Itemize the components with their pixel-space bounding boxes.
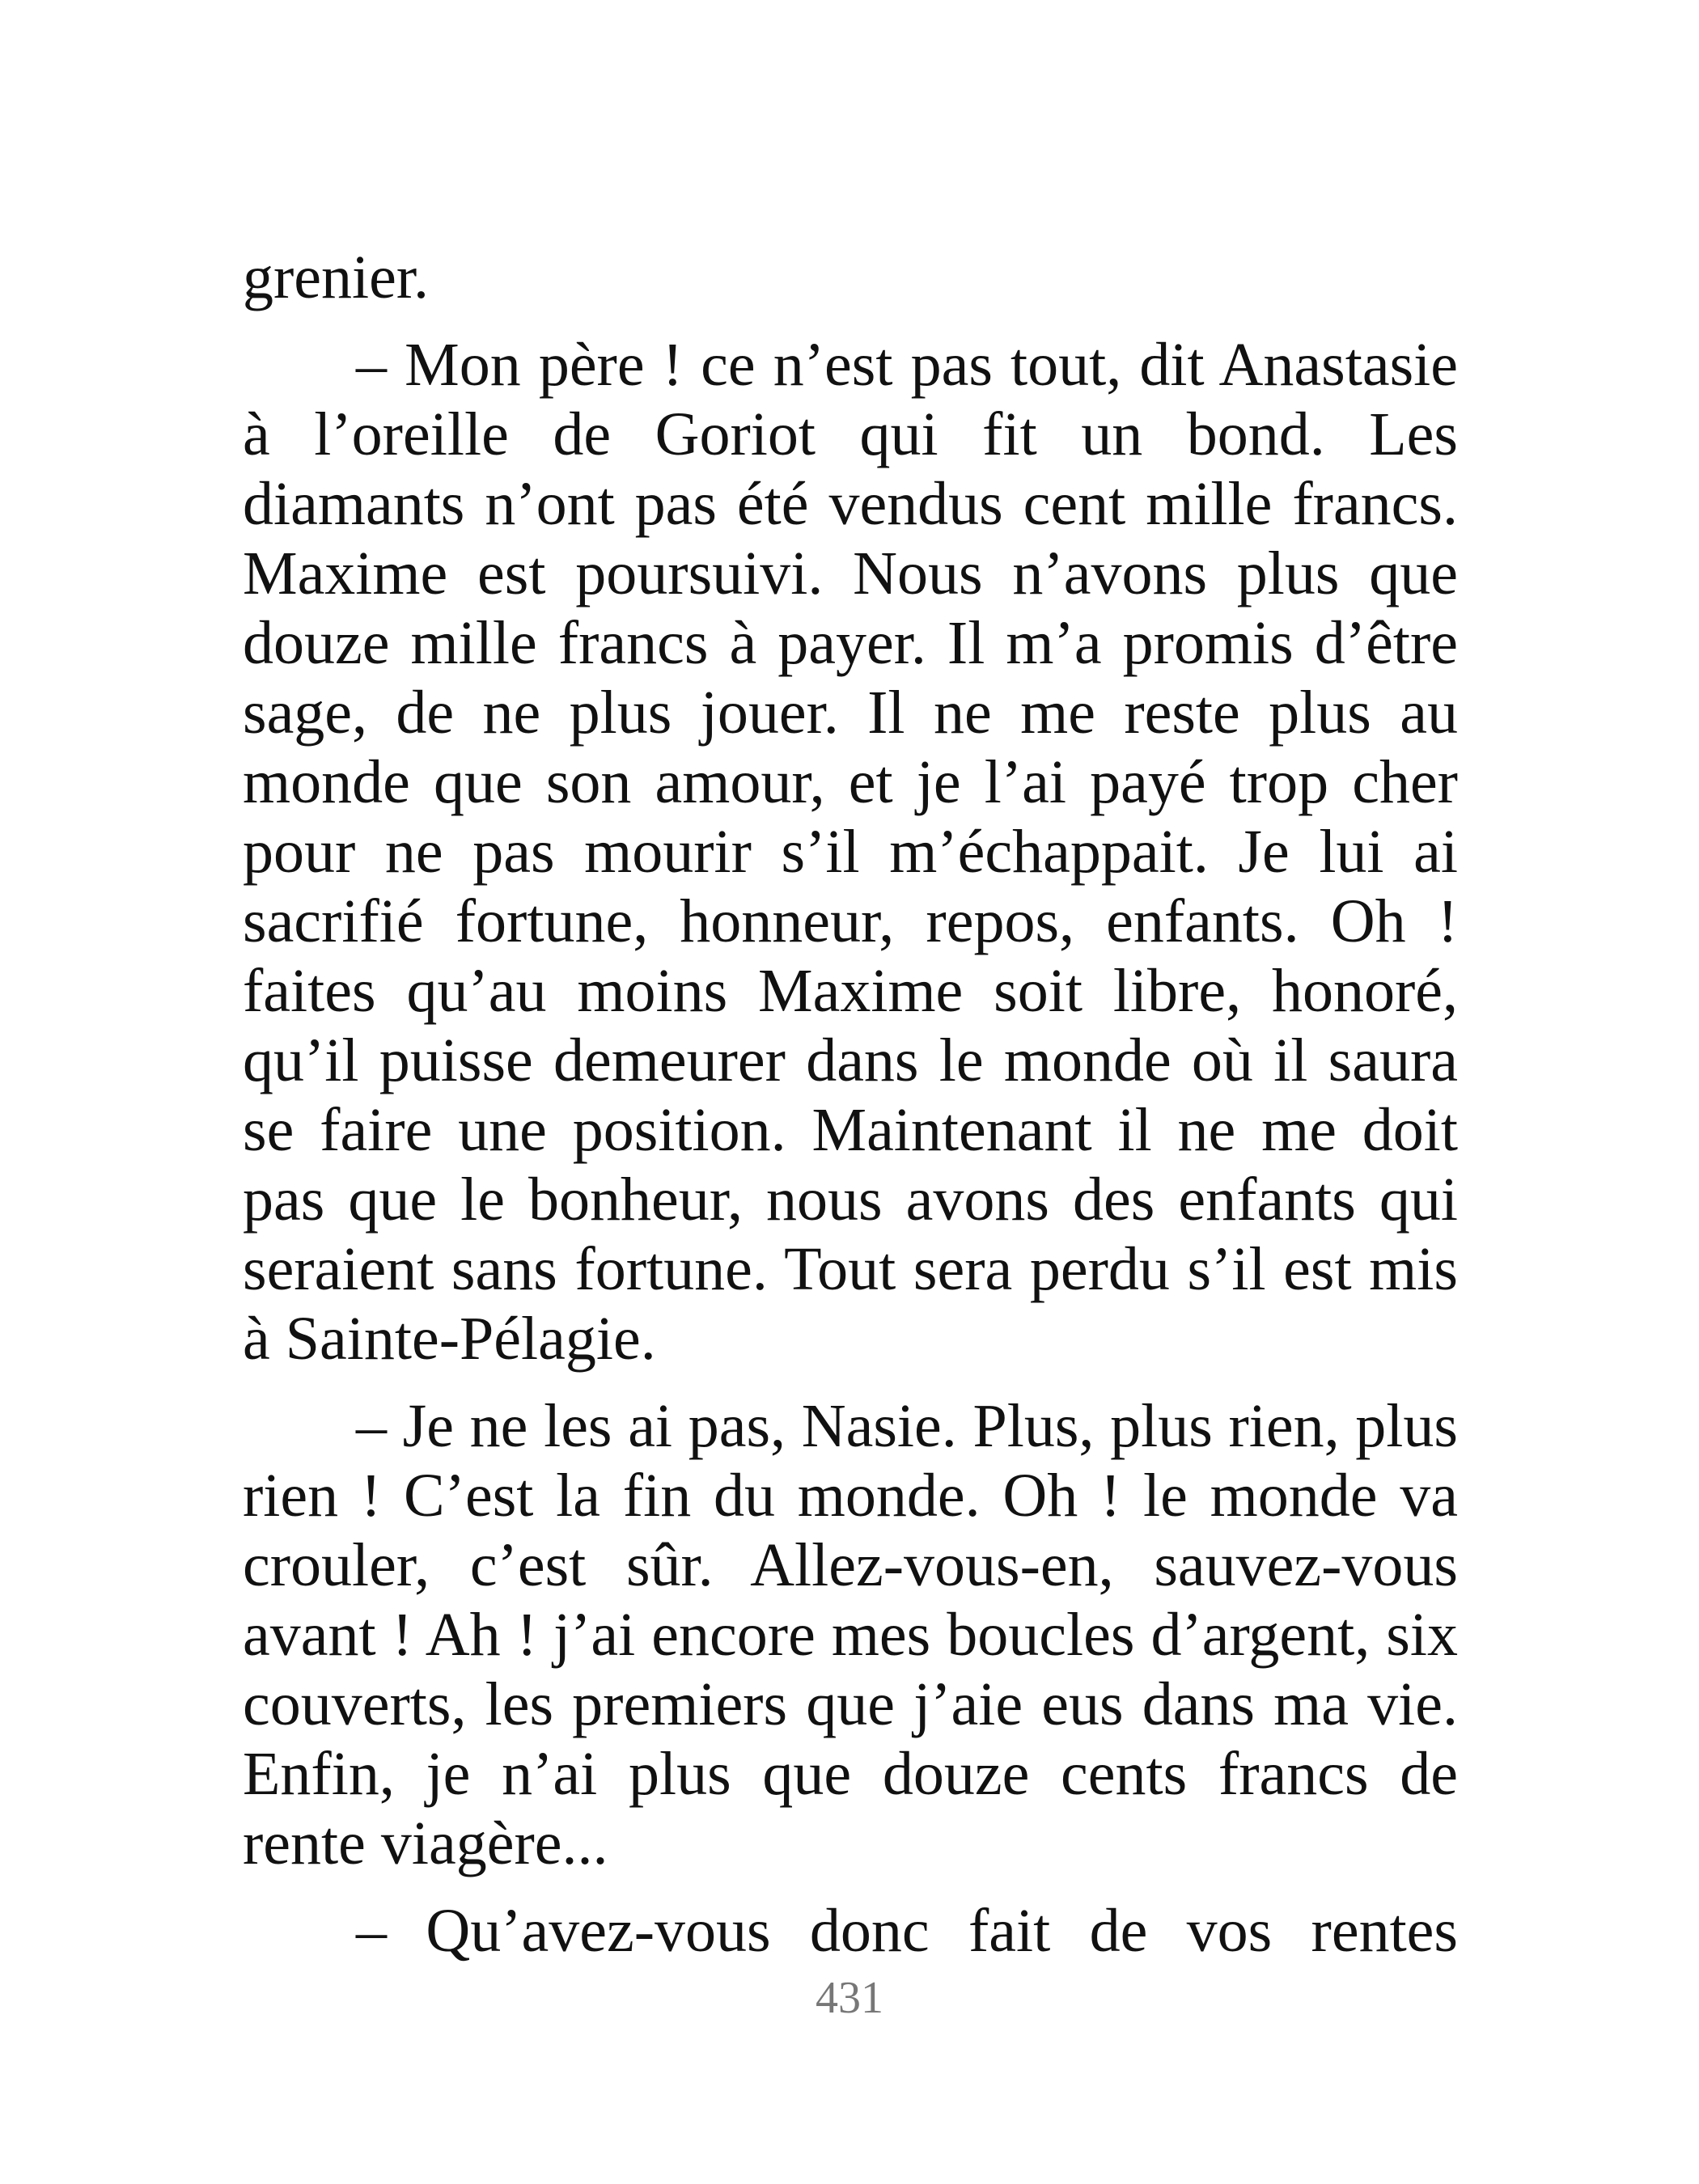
page-number: 431 bbox=[816, 1973, 883, 2023]
paragraph-dialogue-goriot: – Je ne les ai pas, Nasie. Plus, plus ri… bbox=[243, 1392, 1458, 1877]
book-page: grenier. – Mon père ! ce n’est pas tout,… bbox=[0, 0, 1699, 2184]
paragraph-dialogue-question: – Qu’avez-vous donc fait de vos rentes bbox=[356, 1897, 1458, 1965]
paragraph-continuation: grenier. bbox=[243, 243, 430, 311]
body-text: grenier. – Mon père ! ce n’est pas tout,… bbox=[243, 243, 1458, 1966]
paragraph-dialogue-anastasie: – Mon père ! ce n’est pas tout, dit Anas… bbox=[243, 331, 1458, 1373]
